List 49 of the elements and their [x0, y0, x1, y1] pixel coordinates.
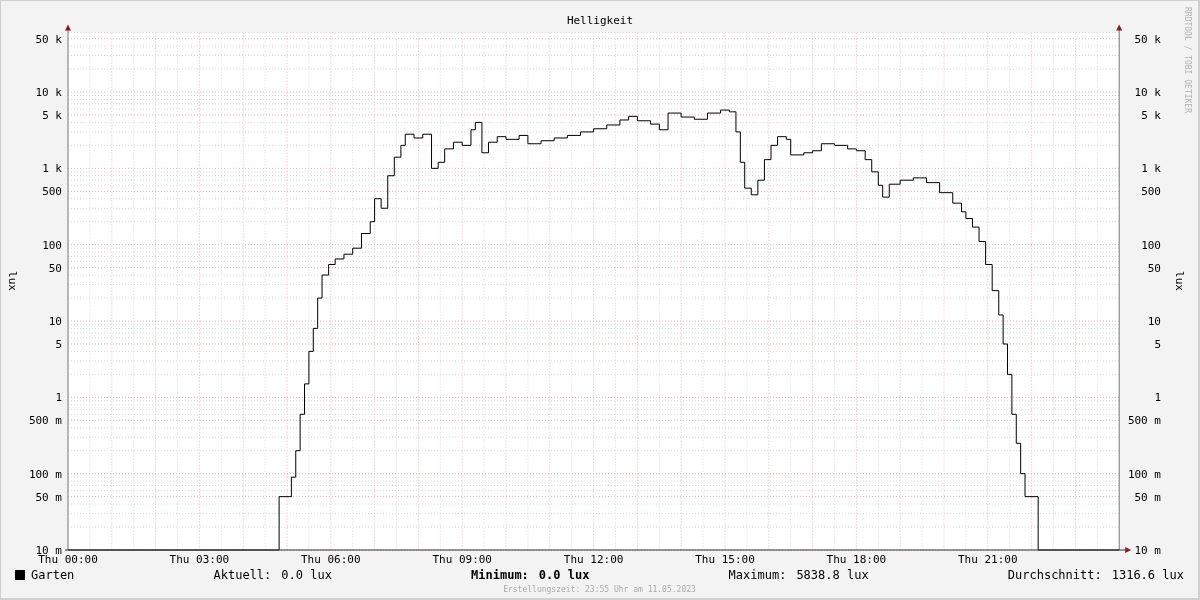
- stat-label: Durchschnitt:: [1007, 568, 1102, 582]
- axis-label: 50 k: [35, 32, 62, 46]
- axis-label: 500 m: [1127, 414, 1161, 428]
- axis-label: 50 m: [35, 490, 62, 504]
- axis-label: 100 m: [28, 467, 62, 481]
- axis-label: Thu 15:00: [695, 553, 755, 566]
- axis-label: 10: [1147, 315, 1161, 328]
- axis-label: 1: [55, 391, 62, 405]
- axis-label: 500: [1141, 185, 1161, 199]
- axis-label: 1 k: [1141, 162, 1161, 176]
- stat-label: Maximum:: [728, 568, 787, 582]
- axis-label: Thu 18:00: [826, 553, 887, 566]
- axis-label: 10 k: [1134, 86, 1161, 99]
- chart-title: Helligkeit: [566, 14, 634, 27]
- axis-label: 10 k: [35, 86, 62, 99]
- axis-label: 500: [42, 185, 62, 199]
- axis-label: 1 k: [42, 162, 62, 176]
- axis-label: 10 m: [1134, 544, 1161, 557]
- axis-label: Thu 06:00: [301, 553, 361, 566]
- stat-value: 5838.8 lux: [796, 568, 869, 582]
- axis-label: Thu 12:00: [563, 553, 624, 566]
- stat-label: Aktuell:: [213, 568, 272, 582]
- axis-label: 1: [1154, 391, 1161, 405]
- axis-label: 500 m: [28, 414, 62, 428]
- axis-label: 10: [48, 315, 62, 328]
- axis-label: Thu 03:00: [169, 553, 230, 566]
- axis-label: 50: [1147, 261, 1161, 275]
- axis-label: 5 k: [42, 109, 62, 122]
- legend-label: Garten: [31, 568, 75, 582]
- axis-label: 5: [1154, 338, 1161, 351]
- axis-label: 50 k: [1134, 32, 1161, 46]
- stat-value: 1316.6 lux: [1111, 568, 1184, 582]
- axis-label: 50 m: [1134, 490, 1161, 504]
- legend-swatch: [15, 570, 25, 580]
- axis-label: Thu 09:00: [432, 553, 492, 566]
- axis-label: 100 m: [1127, 467, 1161, 481]
- watermark-text: RRDTOOL / TOBI OETIKER: [1183, 7, 1192, 113]
- axis-title: lux: [1173, 271, 1186, 291]
- stat-value: 0.0 lux: [281, 568, 332, 582]
- axis-label: 100: [42, 238, 62, 252]
- axis-label: 5 k: [1141, 109, 1161, 122]
- stat-label: Minimum:: [471, 568, 529, 582]
- axis-label: 100: [1141, 238, 1161, 252]
- axis-title: lux: [6, 271, 19, 291]
- axis-label: 5: [55, 338, 62, 351]
- creation-time: Erstellungszeit: 23:55 Uhr am 11.05.2023: [502, 585, 697, 594]
- stat-value: 0.0 lux: [538, 568, 590, 582]
- axis-label: Thu 21:00: [958, 553, 1018, 566]
- axis-label: 50: [48, 261, 62, 275]
